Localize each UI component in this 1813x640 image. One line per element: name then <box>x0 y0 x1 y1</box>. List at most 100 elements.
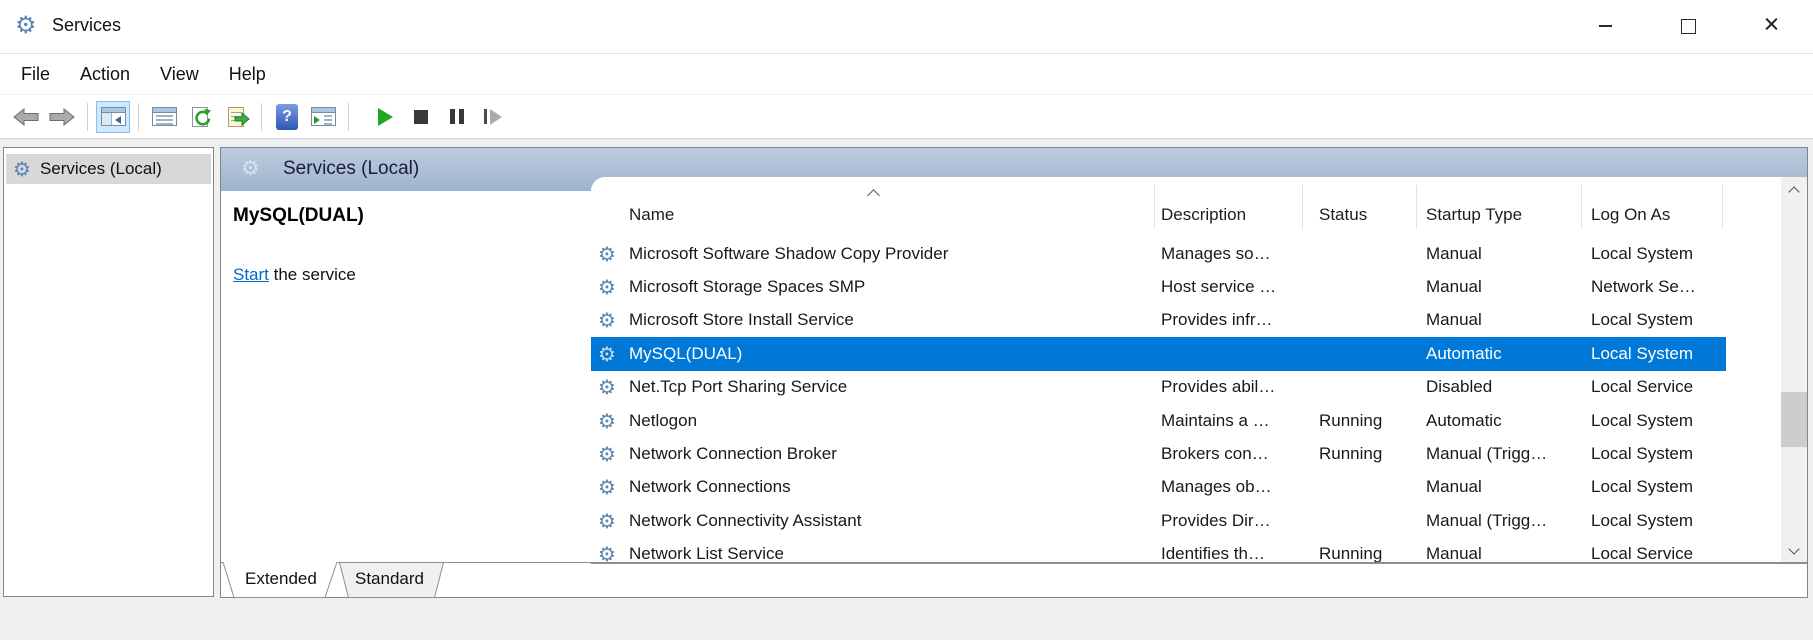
forward-icon <box>49 108 75 126</box>
service-gear-icon: ⚙ <box>598 344 616 364</box>
column-divider[interactable] <box>1302 185 1303 229</box>
start-service-button[interactable] <box>368 101 402 133</box>
cell-logon: Local System <box>1591 504 1693 537</box>
maximize-icon <box>1681 19 1696 34</box>
column-divider[interactable] <box>1722 185 1723 229</box>
column-divider[interactable] <box>1154 185 1155 229</box>
service-gear-icon: ⚙ <box>598 444 616 464</box>
table-row[interactable]: ⚙ Netlogon Maintains a … Running Automat… <box>591 404 1781 437</box>
toolbar-separator <box>87 103 88 131</box>
table-row[interactable]: ⚙ Microsoft Software Shadow Copy Provide… <box>591 237 1781 270</box>
table-row[interactable]: ⚙ Microsoft Storage Spaces SMP Host serv… <box>591 270 1781 303</box>
cell-logon: Network Se… <box>1591 270 1696 303</box>
cell-startup: Automatic <box>1426 337 1502 370</box>
cell-logon: Local System <box>1591 437 1693 470</box>
table-row[interactable]: ⚙ Net.Tcp Port Sharing Service Provides … <box>591 371 1781 404</box>
table-row-selected[interactable]: ⚙ MySQL(DUAL) Automatic Local System <box>591 337 1781 370</box>
column-divider[interactable] <box>1581 185 1582 229</box>
properties-button[interactable] <box>147 101 181 133</box>
service-gear-icon: ⚙ <box>598 511 616 531</box>
cell-logon: Local System <box>1591 404 1693 437</box>
cell-startup: Manual <box>1426 237 1482 270</box>
cell-description: Maintains a … <box>1161 404 1270 437</box>
stop-icon <box>414 110 428 124</box>
cell-startup: Automatic <box>1426 404 1502 437</box>
refresh-arrow-icon <box>192 108 212 128</box>
restart-service-button[interactable] <box>476 101 510 133</box>
show-console-tree-button[interactable] <box>96 101 130 133</box>
pause-service-button[interactable] <box>440 101 474 133</box>
window-title: Services <box>52 15 121 36</box>
cell-startup: Manual (Trigg… <box>1426 437 1547 470</box>
forward-button[interactable] <box>45 101 79 133</box>
column-header-status[interactable]: Status <box>1319 205 1367 225</box>
vertical-scrollbar[interactable] <box>1781 177 1807 563</box>
cell-name: Network Connectivity Assistant <box>629 504 861 537</box>
cell-startup: Manual (Trigg… <box>1426 504 1547 537</box>
console-tree-icon <box>101 107 126 126</box>
minimize-button[interactable] <box>1564 0 1647 52</box>
toolbar-separator <box>261 103 262 131</box>
table-row[interactable]: ⚙ Network Connectivity Assistant Provide… <box>591 504 1781 537</box>
selected-service-name: MySQL(DUAL) <box>233 205 364 227</box>
menu-help[interactable]: Help <box>214 54 281 94</box>
table-row[interactable]: ⚙ Microsoft Store Install Service Provid… <box>591 304 1781 337</box>
maximize-button[interactable] <box>1647 0 1730 52</box>
back-icon <box>13 108 39 126</box>
start-service-suffix: the service <box>269 265 356 284</box>
cell-logon: Local System <box>1591 471 1693 504</box>
cell-description: Provides Dir… <box>1161 504 1271 537</box>
back-button[interactable] <box>9 101 43 133</box>
refresh-button[interactable] <box>183 101 217 133</box>
service-gear-icon: ⚙ <box>598 277 616 297</box>
cell-description: Manages ob… <box>1161 471 1272 504</box>
column-header-startup-type[interactable]: Startup Type <box>1426 205 1522 225</box>
tab-extended[interactable]: Extended <box>245 569 317 589</box>
cell-name: MySQL(DUAL) <box>629 337 742 370</box>
service-gear-icon: ⚙ <box>598 377 616 397</box>
help-button[interactable]: ? <box>270 101 304 133</box>
scroll-down-button[interactable] <box>1781 537 1807 563</box>
stop-service-button[interactable] <box>404 101 438 133</box>
pause-icon <box>450 109 464 124</box>
services-gear-icon: ⚙ <box>13 159 31 179</box>
column-header-name[interactable]: Name <box>629 205 674 225</box>
service-action-line: Start the service <box>233 265 356 285</box>
cell-status: Running <box>1319 538 1382 563</box>
column-divider[interactable] <box>1416 185 1417 229</box>
column-header-log-on-as[interactable]: Log On As <box>1591 205 1670 225</box>
table-row[interactable]: ⚙ Network List Service Identifies th… Ru… <box>591 538 1781 563</box>
cell-status: Running <box>1319 437 1382 470</box>
cell-logon: Local System <box>1591 304 1693 337</box>
scroll-up-button[interactable] <box>1781 177 1807 203</box>
show-action-pane-button[interactable] <box>306 101 340 133</box>
toolbar: ? <box>0 95 1813 139</box>
chevron-up-icon <box>1788 186 1799 197</box>
menu-action[interactable]: Action <box>65 54 145 94</box>
sidebar-item-services-local[interactable]: ⚙ Services (Local) <box>6 154 211 184</box>
toolbar-separator <box>348 103 349 131</box>
cell-startup: Manual <box>1426 538 1482 563</box>
selection-highlight <box>591 337 1726 370</box>
close-icon: × <box>1764 9 1780 40</box>
view-tab-strip: Extended Standard <box>221 562 1807 599</box>
close-button[interactable]: × <box>1730 0 1813 52</box>
cell-logon: Local Service <box>1591 538 1693 563</box>
cell-logon: Local Service <box>1591 371 1693 404</box>
column-header-description[interactable]: Description <box>1161 205 1246 225</box>
sort-ascending-icon <box>867 189 880 202</box>
cell-logon: Local System <box>1591 337 1693 370</box>
export-list-button[interactable] <box>219 101 253 133</box>
table-row[interactable]: ⚙ Network Connections Manages ob… Manual… <box>591 471 1781 504</box>
sidebar-item-label: Services (Local) <box>40 159 162 179</box>
service-gear-icon: ⚙ <box>598 244 616 264</box>
cell-description: Brokers con… <box>1161 437 1269 470</box>
cell-name: Network List Service <box>629 538 784 563</box>
menu-view[interactable]: View <box>145 54 214 94</box>
scrollbar-thumb[interactable] <box>1781 392 1807 447</box>
services-main-panel: ⚙ Services (Local) MySQL(DUAL) Start the… <box>220 147 1808 598</box>
tab-standard[interactable]: Standard <box>355 569 424 589</box>
menu-file[interactable]: File <box>6 54 65 94</box>
table-row[interactable]: ⚙ Network Connection Broker Brokers con…… <box>591 437 1781 470</box>
start-service-link[interactable]: Start <box>233 265 269 284</box>
